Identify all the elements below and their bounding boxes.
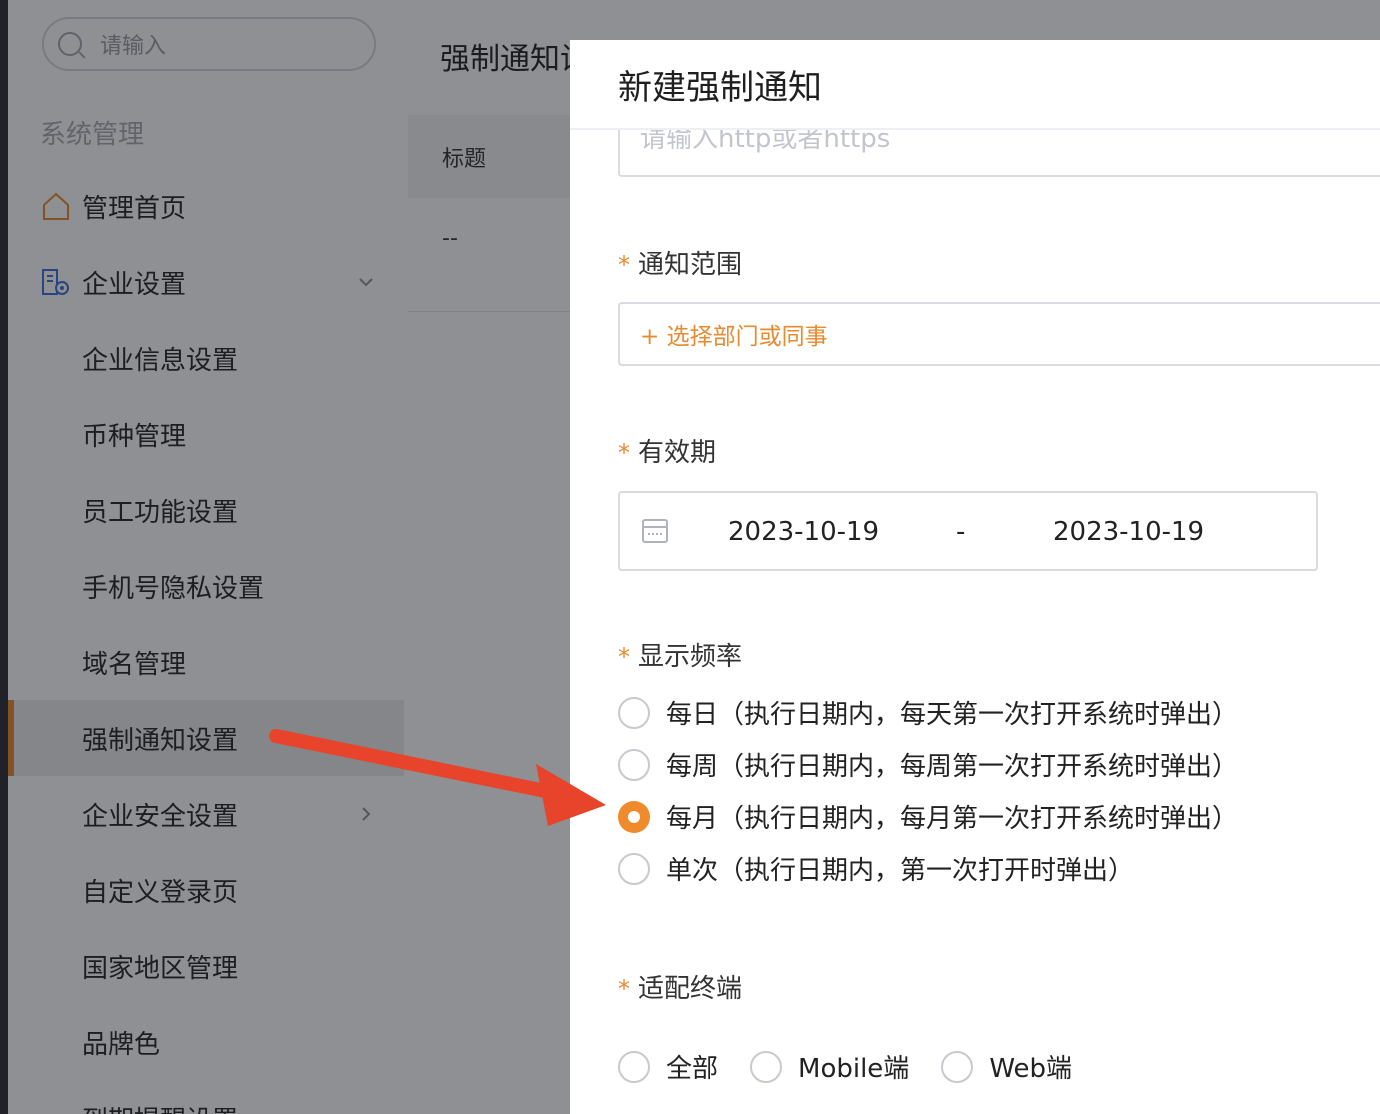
annotation-arrow-icon <box>269 729 606 826</box>
